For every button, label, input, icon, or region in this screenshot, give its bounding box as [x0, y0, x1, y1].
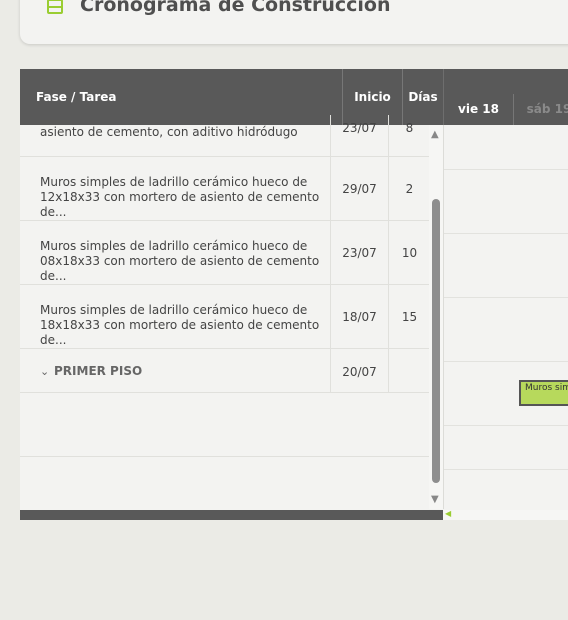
timeline-scrollbar[interactable]: ◀: [443, 509, 568, 520]
group-header: ⌄ PRIMER PISO: [40, 364, 320, 379]
page-title: Cronograma de Construcción: [80, 0, 391, 16]
task-name: asiento de cemento, con aditivo hidródug…: [40, 125, 298, 139]
title-card: Cronograma de Construcción: [20, 0, 568, 44]
table-row[interactable]: Muros simples de ladrillo cerámico hueco…: [20, 157, 430, 221]
triangle-up-icon[interactable]: ▲: [431, 129, 439, 140]
gantt-task-bar[interactable]: Muros simples: [519, 380, 568, 406]
vertical-scrollbar[interactable]: ▲ ▼: [429, 125, 443, 509]
task-name: Muros simples de ladrillo cerámico hueco…: [40, 239, 320, 283]
gantt-chart-area: Muros simples: [443, 125, 568, 509]
task-days: 10: [388, 221, 430, 284]
timeline-day: vie 18: [444, 94, 514, 125]
gantt-row-line: [444, 361, 568, 362]
task-start: 23/07: [330, 115, 388, 156]
gantt-row-line: [444, 425, 568, 426]
group-row[interactable]: ⌄ PRIMER PISO 20/07: [20, 349, 430, 393]
task-days: 15: [388, 285, 430, 348]
triangle-down-icon[interactable]: ▼: [431, 494, 439, 505]
task-name: Muros simples de ladrillo cerámico hueco…: [40, 303, 320, 347]
timeline-header-top: [443, 69, 568, 94]
chevron-down-icon[interactable]: ⌄: [40, 364, 54, 379]
triangle-left-icon[interactable]: ◀: [445, 509, 451, 518]
task-days: 2: [388, 157, 430, 220]
gantt-row-line: [444, 169, 568, 170]
gantt-grid: Fase / Tarea Inicio Días vie 18 sáb 19 a…: [20, 69, 568, 520]
table-row[interactable]: Muros simples de ladrillo cerámico hueco…: [20, 221, 430, 285]
table-row[interactable]: Muros simples de ladrillo cerámico hueco…: [20, 285, 430, 349]
task-days: 8: [388, 115, 430, 156]
task-start: 29/07: [330, 157, 388, 220]
empty-row: [20, 393, 430, 457]
gantt-row-line: [444, 297, 568, 298]
task-name: Muros simples de ladrillo cerámico hueco…: [40, 175, 320, 219]
task-start: 23/07: [330, 221, 388, 284]
timeline-day: sáb 19: [526, 102, 568, 116]
gantt-row-line: [444, 469, 568, 470]
scrollbar-thumb[interactable]: [432, 199, 440, 483]
table-row[interactable]: asiento de cemento, con aditivo hidródug…: [20, 115, 430, 157]
gantt-row-line: [444, 233, 568, 234]
calendar-icon: [47, 0, 63, 14]
task-start: 20/07: [330, 349, 388, 392]
task-start: 18/07: [330, 285, 388, 348]
group-label: PRIMER PISO: [54, 364, 143, 378]
horizontal-scrollbar[interactable]: ◀: [20, 509, 568, 520]
task-days: [388, 349, 430, 392]
timeline-header-days: vie 18 sáb 19: [443, 94, 568, 125]
